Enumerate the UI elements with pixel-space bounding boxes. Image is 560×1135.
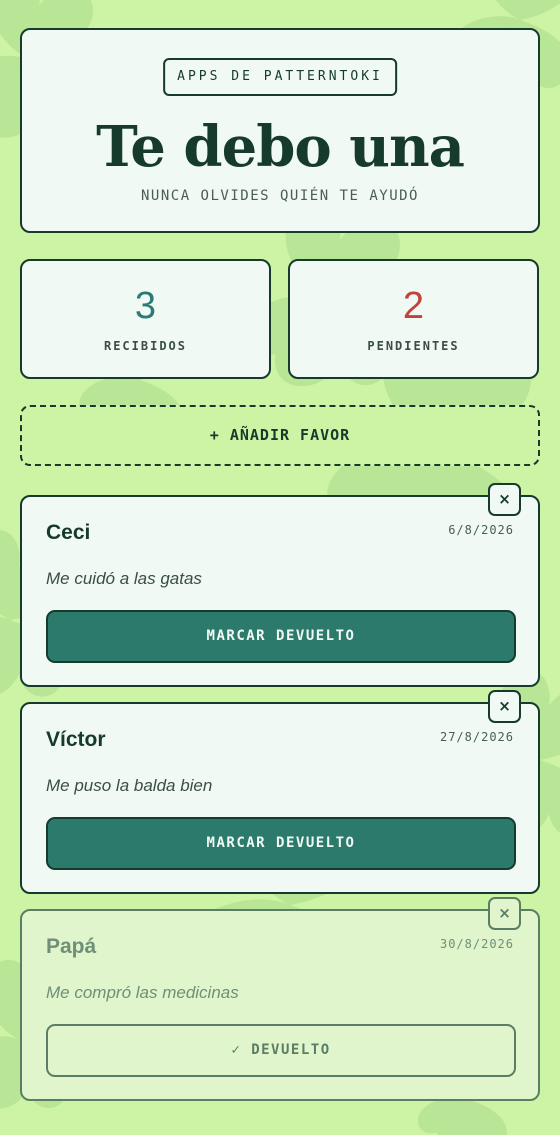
stat-received-label: RECIBIDOS: [103, 339, 188, 353]
stat-pending-card: 2 PENDIENTES: [288, 259, 539, 379]
app-subtitle: NUNCA OLVIDES QUIÉN TE AYUDÓ: [140, 188, 419, 204]
stat-received-card: 3 RECIBIDOS: [20, 259, 271, 379]
favor-description: Me cuidó a las gatas: [46, 569, 202, 588]
stat-pending-label: PENDIENTES: [367, 339, 460, 353]
favor-card: × Ceci 6/8/2026 Me cuidó a las gatas MAR…: [20, 483, 540, 687]
favor-description: Me compró las medicinas: [46, 983, 239, 1002]
app-header: APPS DE PATTERNTOKI Te debo una NUNCA OL…: [20, 28, 540, 233]
app-title: Te debo una: [96, 114, 465, 180]
favor-name: Papá: [46, 935, 97, 958]
favor-date: 30/8/2026: [439, 937, 514, 951]
brand-badge[interactable]: APPS DE PATTERNTOKI: [163, 58, 397, 96]
mark-returned-button[interactable]: MARCAR DEVUELTO: [46, 610, 516, 663]
favor-card-returned: × Papá 30/8/2026 Me compró las medicinas…: [20, 897, 540, 1101]
favor-date: 27/8/2026: [439, 730, 514, 744]
favor-description: Me puso la balda bien: [46, 776, 213, 795]
stat-received-value: 3: [134, 285, 157, 327]
delete-favor-button[interactable]: ×: [488, 483, 521, 516]
returned-status-button[interactable]: ✓ DEVUELTO: [46, 1024, 516, 1077]
delete-favor-button[interactable]: ×: [488, 690, 521, 723]
favor-name: Víctor: [46, 728, 106, 751]
favor-date: 6/8/2026: [448, 523, 514, 537]
favor-card: × Víctor 27/8/2026 Me puso la balda bien…: [20, 690, 540, 894]
add-favor-button[interactable]: + AÑADIR FAVOR: [20, 405, 540, 466]
mark-returned-button[interactable]: MARCAR DEVUELTO: [46, 817, 516, 870]
favor-name: Ceci: [46, 521, 91, 544]
delete-favor-button[interactable]: ×: [488, 897, 521, 930]
stat-pending-value: 2: [402, 285, 425, 327]
